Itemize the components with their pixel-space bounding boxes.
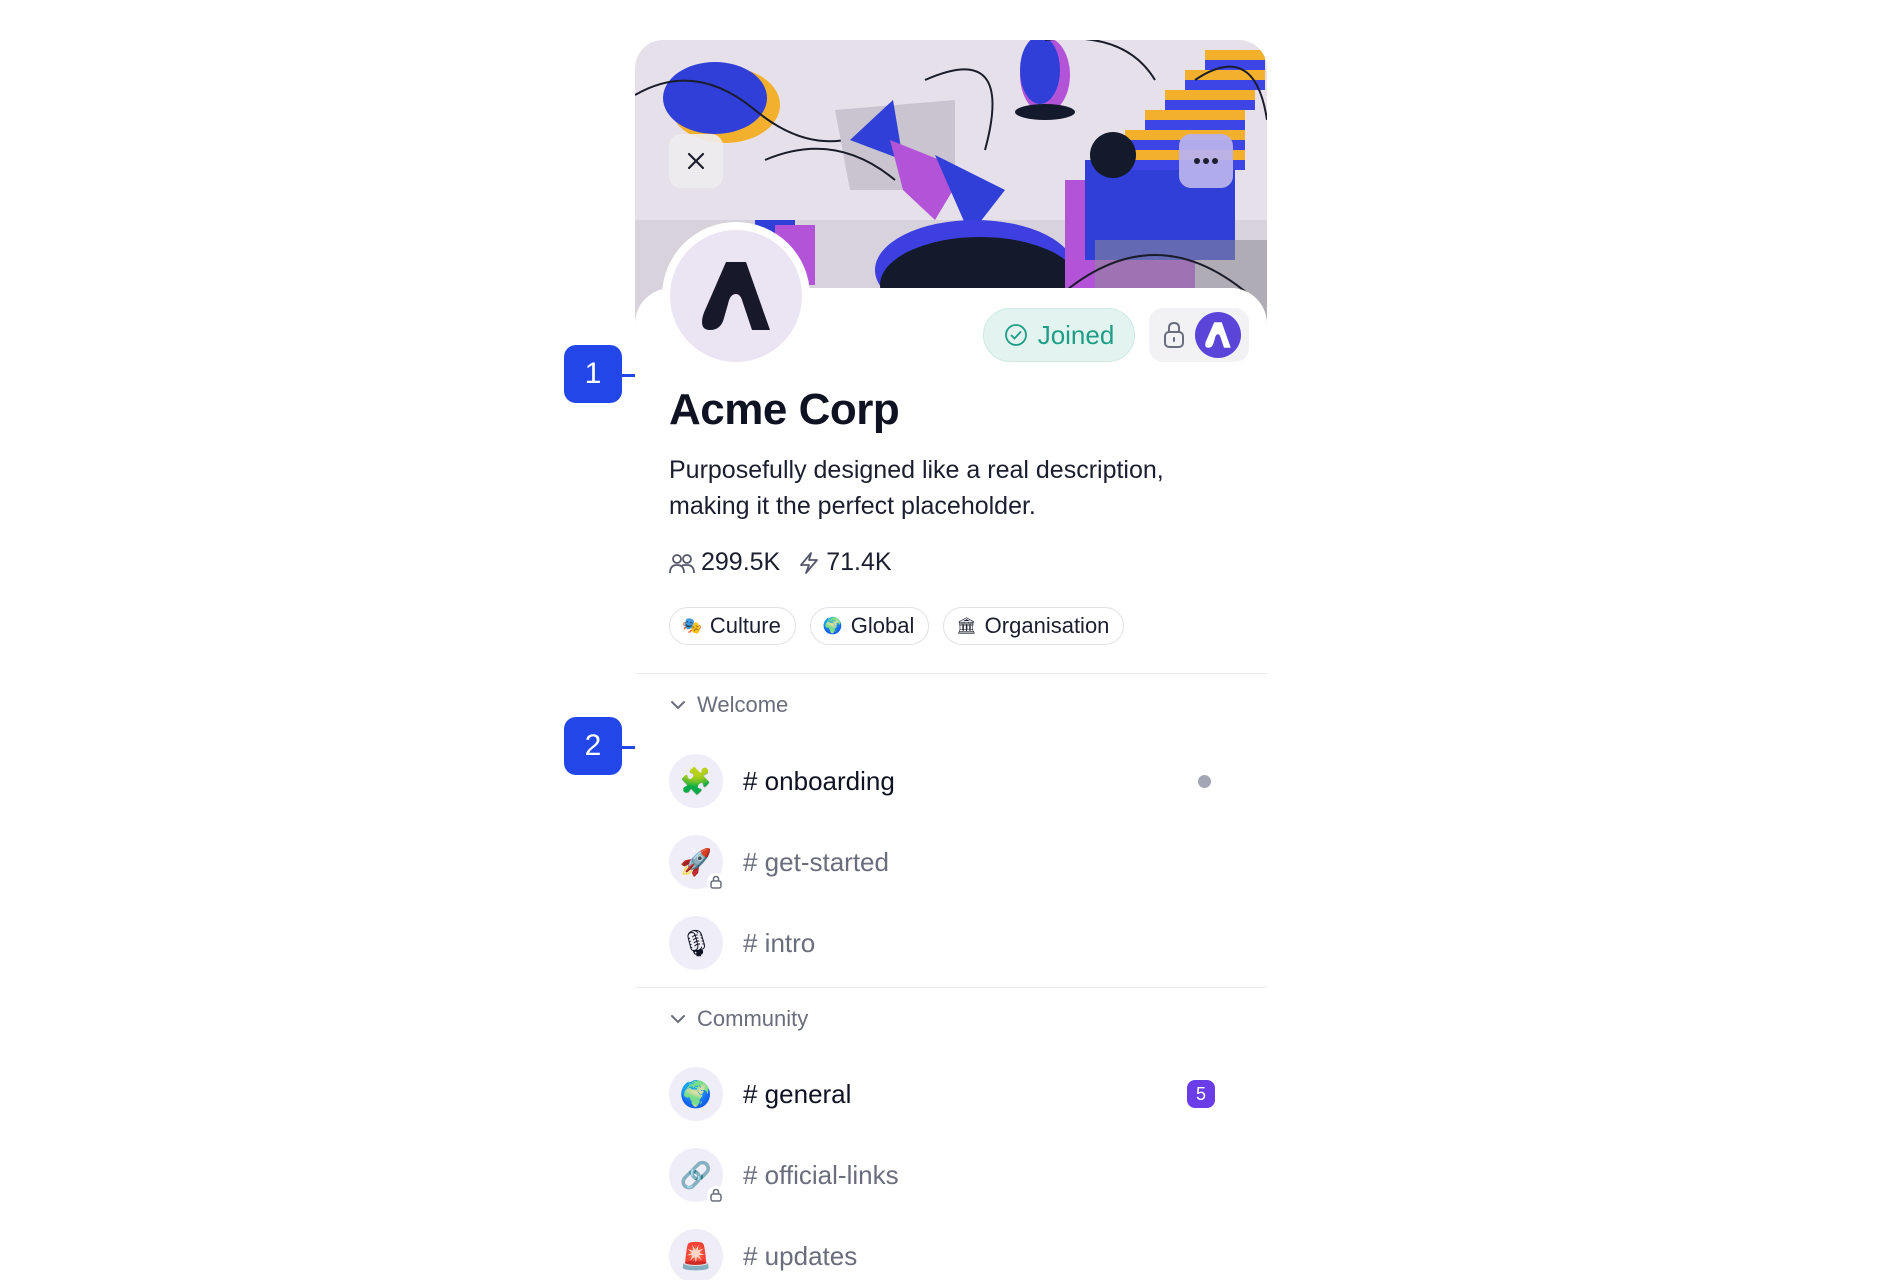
theater-masks-icon: 🎭 bbox=[682, 618, 702, 635]
puzzle-icon: 🧩 bbox=[669, 754, 723, 808]
chevron-down-icon bbox=[671, 1015, 685, 1024]
rocket-icon: 🚀 bbox=[669, 835, 725, 891]
close-icon bbox=[687, 152, 705, 170]
channel-name: # updates bbox=[743, 1240, 858, 1271]
channel-name: # official-links bbox=[743, 1159, 899, 1190]
tag-label: Organisation bbox=[984, 613, 1110, 638]
community-title: Acme Corp bbox=[669, 385, 900, 434]
community-tags: 🎭 Culture 🌍 Global 🏛 Organisation bbox=[669, 607, 1125, 645]
channel-name: # intro bbox=[743, 927, 816, 958]
channel-get-started[interactable]: 🚀 # get-started bbox=[669, 834, 1229, 891]
section-title: Community bbox=[697, 1006, 809, 1031]
divider bbox=[635, 673, 1267, 674]
tag-label: Culture bbox=[709, 613, 781, 638]
acme-logo-icon bbox=[702, 262, 770, 330]
siren-icon: 🚨 bbox=[669, 1229, 723, 1280]
channel-general[interactable]: 🌍 # general 5 bbox=[669, 1066, 1229, 1122]
tag-organisation[interactable]: 🏛 Organisation bbox=[943, 607, 1125, 645]
section-header-welcome[interactable]: Welcome bbox=[669, 692, 788, 718]
joined-label: Joined bbox=[1037, 319, 1115, 350]
tag-global[interactable]: 🌍 Global bbox=[809, 607, 930, 645]
acme-logo-icon bbox=[1205, 322, 1231, 348]
annotation-marker-1: 1 bbox=[564, 345, 622, 403]
globe-icon: 🌍 bbox=[822, 618, 843, 635]
microphone-icon: 🎙 bbox=[669, 916, 723, 970]
members-stat: 299.5K bbox=[669, 548, 780, 577]
lock-icon bbox=[707, 873, 725, 891]
lock-icon bbox=[707, 1186, 725, 1204]
section-title: Welcome bbox=[697, 692, 789, 717]
channel-intro[interactable]: 🎙 # intro bbox=[669, 915, 1229, 971]
community-panel: Joined Acme Corp Purposefully designed l… bbox=[635, 40, 1267, 1280]
access-status[interactable] bbox=[1149, 308, 1249, 362]
lightning-icon bbox=[800, 551, 819, 574]
members-icon bbox=[669, 553, 695, 573]
channel-name: # onboarding bbox=[743, 765, 895, 796]
chevron-down-icon bbox=[671, 701, 685, 710]
lock-icon bbox=[1164, 321, 1184, 348]
channel-official-links[interactable]: 🔗 # official-links bbox=[669, 1147, 1229, 1204]
community-avatar bbox=[662, 222, 810, 370]
close-button[interactable] bbox=[669, 134, 723, 188]
channel-name: # general bbox=[743, 1078, 852, 1109]
joined-button[interactable]: Joined bbox=[983, 308, 1135, 362]
more-icon bbox=[1194, 158, 1218, 164]
user-avatar bbox=[1195, 312, 1241, 358]
tag-culture[interactable]: 🎭 Culture bbox=[669, 607, 796, 645]
check-circle-icon bbox=[1004, 324, 1027, 346]
community-stats: 299.5K 71.4K bbox=[669, 548, 892, 577]
annotation-marker-2: 2 bbox=[564, 717, 622, 775]
members-count: 299.5K bbox=[701, 548, 781, 576]
unread-count-badge: 5 bbox=[1187, 1080, 1215, 1108]
more-options-button[interactable] bbox=[1179, 134, 1233, 188]
unread-indicator bbox=[1198, 775, 1211, 788]
section-header-community[interactable]: Community bbox=[669, 1006, 808, 1032]
channel-updates[interactable]: 🚨 # updates bbox=[669, 1228, 1229, 1280]
divider bbox=[635, 987, 1267, 988]
tag-label: Global bbox=[850, 613, 915, 638]
community-description: Purposefully designed like a real descri… bbox=[669, 456, 1164, 520]
globe-icon: 🌍 bbox=[669, 1067, 723, 1121]
link-icon: 🔗 bbox=[669, 1148, 725, 1204]
classical-building-icon: 🏛 bbox=[956, 618, 977, 635]
channel-onboarding[interactable]: 🧩 # onboarding bbox=[669, 753, 1229, 809]
activity-count: 71.4K bbox=[826, 548, 892, 576]
activity-stat: 71.4K bbox=[798, 548, 892, 577]
channel-name: # get-started bbox=[743, 846, 889, 877]
